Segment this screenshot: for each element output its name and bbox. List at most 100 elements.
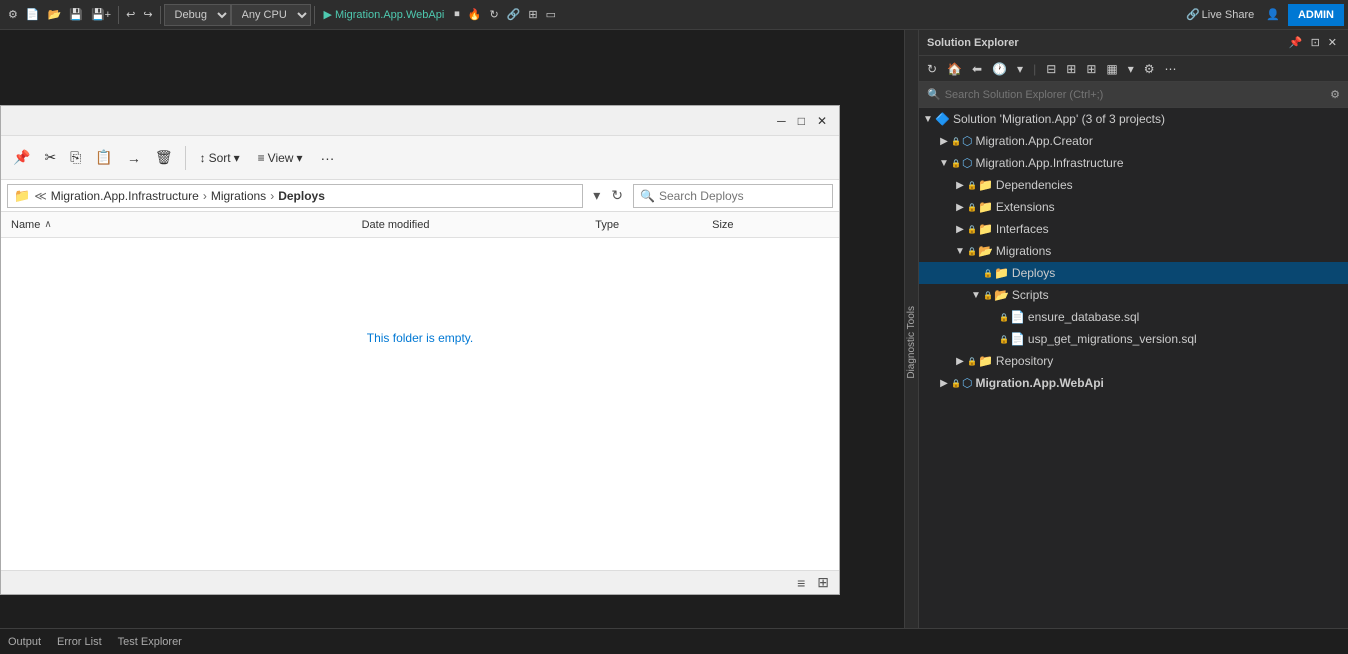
address-path[interactable]: 📁 ≪ Migration.App.Infrastructure › Migra… xyxy=(7,184,583,208)
webapi-label: Migration.App.WebApi xyxy=(975,376,1103,390)
se-float-btn[interactable]: ⊡ xyxy=(1308,35,1323,50)
redo-btn[interactable]: ↪ xyxy=(139,6,156,23)
refresh-btn[interactable]: ↻ xyxy=(485,6,502,23)
sort-icon: ↕ xyxy=(200,151,206,165)
diagnostic-tools-panel[interactable]: Diagnostic Tools xyxy=(904,30,918,628)
layout-btn[interactable]: ⊞ xyxy=(524,6,541,23)
se-clock-arrow-btn[interactable]: ▾ xyxy=(1013,60,1027,78)
lock-icon-mig: 🔒 xyxy=(967,247,977,256)
build-config-dropdown[interactable]: Debug xyxy=(164,4,231,26)
view-label: View xyxy=(268,151,294,165)
sort-button[interactable]: ↕ Sort ▾ xyxy=(194,147,246,169)
se-tree: ▼ 🔷 Solution 'Migration.App' (3 of 3 pro… xyxy=(919,108,1348,628)
new-file-btn[interactable]: 📄 xyxy=(22,6,44,23)
minimize-btn[interactable]: ─ xyxy=(771,112,792,130)
nav-delete-btn[interactable]: 🗑 xyxy=(151,145,177,170)
nav-pin-btn[interactable]: 📌 xyxy=(9,145,34,170)
list-view-btn[interactable]: ≡ xyxy=(793,573,809,593)
tree-item-webapi[interactable]: ▶ 🔒 ⬡ Migration.App.WebApi xyxy=(919,372,1348,394)
window-btn[interactable]: ▭ xyxy=(542,6,560,23)
tree-item-creator[interactable]: ▶ 🔒 ⬡ Migration.App.Creator xyxy=(919,130,1348,152)
nav-paste-btn[interactable]: 📋 xyxy=(91,145,116,170)
explorer-toolbar: 📌 ✂ ⎘ 📋 → 🗑 ↕ Sort ▾ ≡ View ▾ ··· xyxy=(1,136,839,180)
sep3 xyxy=(314,6,315,24)
view-button[interactable]: ≡ View ▾ xyxy=(252,147,309,169)
address-actions: ▾ ↻ xyxy=(589,185,627,206)
tab-output[interactable]: Output xyxy=(8,634,41,650)
refresh-path-btn[interactable]: ↻ xyxy=(607,185,627,206)
open-file-btn[interactable]: 📂 xyxy=(44,6,66,23)
undo-btn[interactable]: ↩ xyxy=(122,6,139,23)
path-separator-1: ≪ xyxy=(34,189,47,203)
maximize-btn[interactable]: □ xyxy=(792,112,811,130)
tree-item-infrastructure[interactable]: ▼ 🔒 ⬡ Migration.App.Infrastructure xyxy=(919,152,1348,174)
col-size-header[interactable]: Size xyxy=(712,219,829,231)
se-search[interactable]: 🔍 ⚙ xyxy=(919,82,1348,108)
flame-btn[interactable]: 🔥 xyxy=(464,6,486,23)
grid-view-btn[interactable]: ⊞ xyxy=(813,572,833,593)
admin-button[interactable]: ADMIN xyxy=(1288,4,1344,26)
nav-move-btn[interactable]: → xyxy=(123,146,145,170)
se-back-btn[interactable]: ⬅ xyxy=(968,60,986,78)
close-btn[interactable]: ✕ xyxy=(811,112,833,130)
lock-icon-scripts: 🔒 xyxy=(983,291,993,300)
se-preview-btn[interactable]: ▦ xyxy=(1102,60,1121,78)
exp-sep1 xyxy=(185,146,186,170)
live-share-btn[interactable]: 🔗 Live Share xyxy=(1182,6,1258,23)
tab-error-list[interactable]: Error List xyxy=(57,634,102,650)
col-type-header[interactable]: Type xyxy=(595,219,712,231)
visual-studio-icon[interactable]: ⚙ xyxy=(4,6,22,23)
tab-test-explorer[interactable]: Test Explorer xyxy=(118,634,182,650)
tree-item-deploys[interactable]: 🔒 📁 Deploys xyxy=(919,262,1348,284)
nav-cut-btn[interactable]: ✂ xyxy=(40,145,60,170)
tree-item-repository[interactable]: ▶ 🔒 📁 Repository xyxy=(919,350,1348,372)
attach-btn[interactable]: 🔗 xyxy=(503,6,525,23)
se-title: Solution Explorer xyxy=(927,37,1019,49)
more-options-btn[interactable]: ··· xyxy=(314,146,340,170)
se-home-btn[interactable]: 🏠 xyxy=(943,60,966,78)
save-all-btn[interactable]: 💾+ xyxy=(87,6,115,23)
se-filter-btn[interactable]: ⊞ xyxy=(1082,60,1100,78)
tree-item-interfaces[interactable]: ▶ 🔒 📁 Interfaces xyxy=(919,218,1348,240)
search-input[interactable] xyxy=(659,189,809,203)
deps-arrow: ▶ xyxy=(953,180,967,191)
tree-item-extensions[interactable]: ▶ 🔒 📁 Extensions xyxy=(919,196,1348,218)
infra-label: Migration.App.Infrastructure xyxy=(975,156,1123,170)
se-collapse-btn[interactable]: ⊟ xyxy=(1042,60,1060,78)
tree-item-solution[interactable]: ▼ 🔷 Solution 'Migration.App' (3 of 3 pro… xyxy=(919,108,1348,130)
save-btn[interactable]: 💾 xyxy=(65,6,87,23)
platform-dropdown[interactable]: Any CPU xyxy=(231,4,311,26)
stop-btn[interactable]: ⏹ xyxy=(450,6,464,23)
se-sync-btn[interactable]: ↻ xyxy=(923,60,941,78)
tree-item-ensure-db[interactable]: 🔒 📄 ensure_database.sql xyxy=(919,306,1348,328)
col-date-header[interactable]: Date modified xyxy=(362,219,596,231)
mig-icon: 📂 xyxy=(978,244,993,258)
se-pin-btn[interactable]: 📌 xyxy=(1286,35,1306,50)
tree-item-dependencies[interactable]: ▶ 🔒 📁 Dependencies xyxy=(919,174,1348,196)
tree-item-migrations[interactable]: ▼ 🔒 📂 Migrations xyxy=(919,240,1348,262)
se-misc-btn[interactable]: ⋯ xyxy=(1161,60,1181,78)
col-name-header[interactable]: Name ∧ xyxy=(11,219,362,231)
run-button[interactable]: ▶ Migration.App.WebApi xyxy=(318,6,451,23)
se-clock-btn[interactable]: 🕐 xyxy=(988,60,1011,78)
feedback-btn[interactable]: 👤 xyxy=(1262,6,1284,23)
se-search-input[interactable] xyxy=(945,89,1326,101)
tree-item-scripts[interactable]: ▼ 🔒 📂 Scripts xyxy=(919,284,1348,306)
sep1 xyxy=(118,6,119,24)
explorer-statusbar: ≡ ⊞ xyxy=(1,570,839,594)
path-part-2: Migrations xyxy=(211,189,266,203)
se-preview-arrow-btn[interactable]: ▾ xyxy=(1124,60,1138,78)
ext-label: Extensions xyxy=(996,200,1055,214)
search-box[interactable]: 🔍 xyxy=(633,184,833,208)
tree-item-usp[interactable]: 🔒 📄 usp_get_migrations_version.sql xyxy=(919,328,1348,350)
path-dropdown-btn[interactable]: ▾ xyxy=(589,185,604,206)
lock-icon-usp: 🔒 xyxy=(999,335,1009,344)
bottom-tabs: Output Error List Test Explorer xyxy=(0,628,1348,654)
lock-icon-deploys: 🔒 xyxy=(983,269,993,278)
se-close-btn[interactable]: ✕ xyxy=(1325,35,1340,50)
usp-icon: 📄 xyxy=(1010,332,1025,346)
live-share-label: Live Share xyxy=(1202,9,1255,21)
se-settings-btn[interactable]: ⚙ xyxy=(1140,60,1159,78)
se-expand-btn[interactable]: ⊞ xyxy=(1062,60,1080,78)
nav-copy-btn[interactable]: ⎘ xyxy=(66,145,85,170)
